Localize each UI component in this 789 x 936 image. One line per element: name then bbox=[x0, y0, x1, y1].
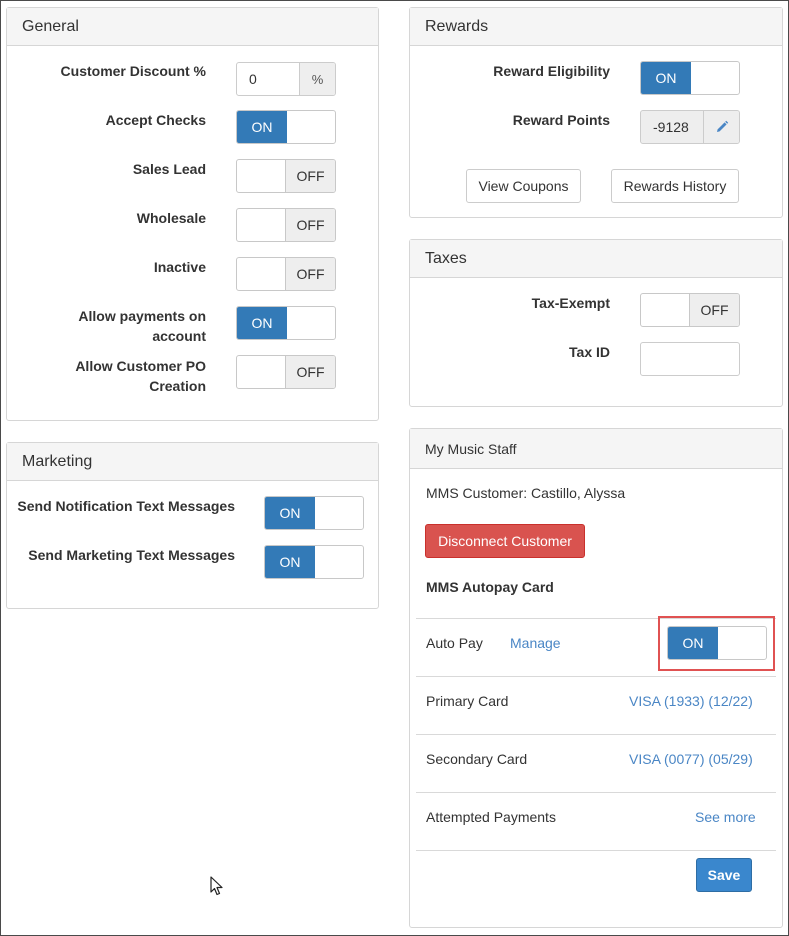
secondary-card-label: Secondary Card bbox=[426, 751, 528, 767]
notification-texts-toggle[interactable]: ON bbox=[264, 496, 364, 530]
accept-checks-toggle[interactable]: ON bbox=[236, 110, 336, 144]
sales-lead-toggle[interactable]: OFF bbox=[236, 159, 336, 193]
allow-payments-toggle[interactable]: ON bbox=[236, 306, 336, 340]
marketing-title: Marketing bbox=[22, 452, 93, 470]
allow-payments-state: ON bbox=[237, 307, 287, 339]
see-more-link[interactable]: See more bbox=[695, 807, 756, 827]
rewards-history-button[interactable]: Rewards History bbox=[611, 169, 739, 203]
reward-eligibility-state: ON bbox=[641, 62, 691, 94]
reward-eligibility-toggle[interactable]: ON bbox=[640, 61, 740, 95]
sales-lead-label: Sales Lead bbox=[132, 161, 206, 177]
marketing-texts-toggle[interactable]: ON bbox=[264, 545, 364, 579]
tax-id-input[interactable] bbox=[640, 342, 740, 376]
rewards-title: Rewards bbox=[425, 17, 489, 35]
customer-discount-label: Customer Discount % bbox=[60, 63, 206, 79]
divider bbox=[416, 734, 776, 735]
manage-link[interactable]: Manage bbox=[510, 633, 561, 653]
mms-heading: My Music Staff bbox=[410, 429, 782, 469]
allow-po-label: Allow Customer PO Creation bbox=[20, 356, 206, 396]
allow-payments-label-line2: account bbox=[152, 328, 206, 344]
pencil-icon[interactable] bbox=[715, 120, 729, 134]
mms-title: My Music Staff bbox=[425, 440, 517, 457]
general-heading: General bbox=[7, 8, 378, 46]
mms-customer-text: MMS Customer: Castillo, Alyssa bbox=[426, 485, 626, 501]
auto-pay-toggle[interactable]: ON bbox=[667, 626, 767, 660]
inactive-label: Inactive bbox=[153, 259, 206, 275]
view-coupons-button[interactable]: View Coupons bbox=[466, 169, 581, 203]
sales-lead-state: OFF bbox=[285, 160, 335, 192]
mouse-cursor-icon bbox=[210, 876, 223, 896]
edit-points-button[interactable] bbox=[703, 111, 739, 143]
attempted-payments-label: Attempted Payments bbox=[426, 809, 556, 825]
primary-card-link[interactable]: VISA (1933) (12/22) bbox=[629, 691, 753, 711]
divider bbox=[416, 676, 776, 677]
tax-exempt-label: Tax-Exempt bbox=[531, 295, 610, 311]
reward-points-value: -9128 bbox=[653, 119, 689, 135]
wholesale-toggle[interactable]: OFF bbox=[236, 208, 336, 242]
auto-pay-state: ON bbox=[668, 627, 718, 659]
reward-eligibility-label: Reward Eligibility bbox=[493, 63, 610, 79]
taxes-heading: Taxes bbox=[410, 240, 782, 278]
primary-card-label: Primary Card bbox=[426, 693, 509, 709]
accept-checks-label: Accept Checks bbox=[105, 112, 206, 128]
accept-checks-state: ON bbox=[237, 111, 287, 143]
notification-texts-state: ON bbox=[265, 497, 315, 529]
allow-po-label-line2: Creation bbox=[149, 378, 206, 394]
tax-exempt-toggle[interactable]: OFF bbox=[640, 293, 740, 327]
tax-exempt-state: OFF bbox=[689, 294, 739, 326]
autopay-card-heading: MMS Autopay Card bbox=[426, 579, 554, 595]
rewards-heading: Rewards bbox=[410, 8, 782, 46]
percent-addon: % bbox=[299, 63, 335, 95]
allow-payments-label-line1: Allow payments on bbox=[78, 308, 206, 324]
marketing-texts-state: ON bbox=[265, 546, 315, 578]
reward-points-label: Reward Points bbox=[512, 112, 610, 128]
allow-po-state: OFF bbox=[285, 356, 335, 388]
divider bbox=[416, 850, 776, 851]
customer-discount-value[interactable]: 0 bbox=[237, 63, 299, 95]
allow-payments-label: Allow payments on account bbox=[20, 306, 206, 346]
allow-po-label-line1: Allow Customer PO bbox=[75, 358, 206, 374]
disconnect-customer-button[interactable]: Disconnect Customer bbox=[425, 524, 585, 558]
inactive-state: OFF bbox=[285, 258, 335, 290]
secondary-card-link[interactable]: VISA (0077) (05/29) bbox=[629, 749, 753, 769]
wholesale-label: Wholesale bbox=[136, 210, 206, 226]
tax-id-value[interactable] bbox=[641, 343, 739, 375]
general-title: General bbox=[22, 17, 79, 35]
mms-panel: My Music Staff bbox=[409, 428, 783, 928]
marketing-texts-label: Send Marketing Text Messages bbox=[28, 547, 235, 563]
notification-texts-label: Send Notification Text Messages bbox=[17, 498, 235, 514]
divider bbox=[416, 792, 776, 793]
taxes-title: Taxes bbox=[425, 249, 467, 267]
inactive-toggle[interactable]: OFF bbox=[236, 257, 336, 291]
auto-pay-label: Auto Pay bbox=[426, 635, 483, 651]
marketing-heading: Marketing bbox=[7, 443, 378, 481]
allow-po-toggle[interactable]: OFF bbox=[236, 355, 336, 389]
wholesale-state: OFF bbox=[285, 209, 335, 241]
customer-discount-field[interactable]: 0 % bbox=[236, 62, 336, 96]
reward-points-field: -9128 bbox=[640, 110, 740, 144]
save-button[interactable]: Save bbox=[696, 858, 752, 892]
tax-id-label: Tax ID bbox=[569, 344, 610, 360]
